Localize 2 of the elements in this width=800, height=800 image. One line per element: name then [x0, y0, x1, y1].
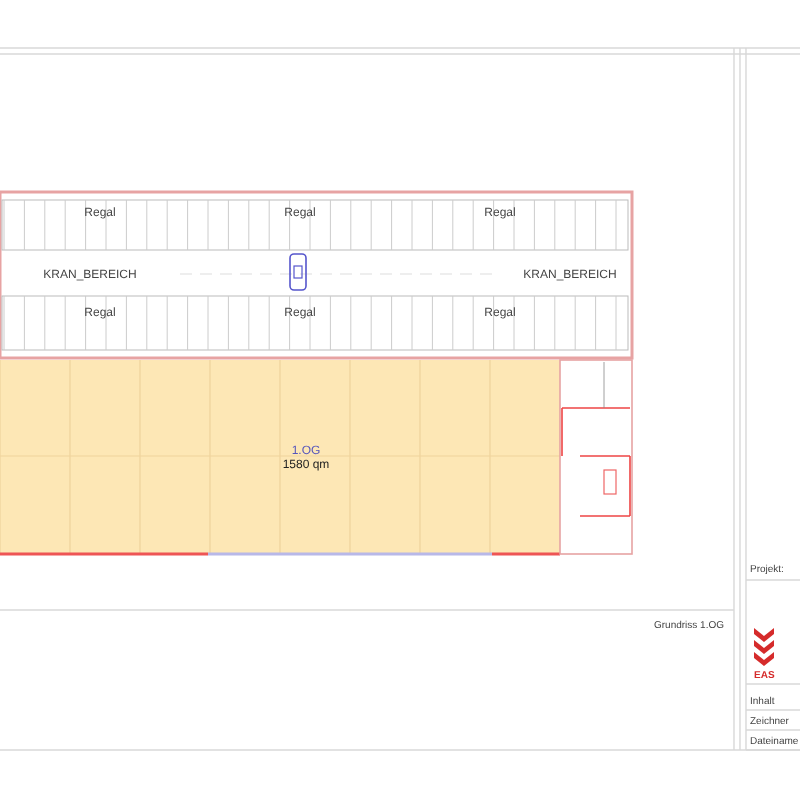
logo-icon — [754, 628, 774, 666]
forklift-icon — [289, 253, 307, 291]
